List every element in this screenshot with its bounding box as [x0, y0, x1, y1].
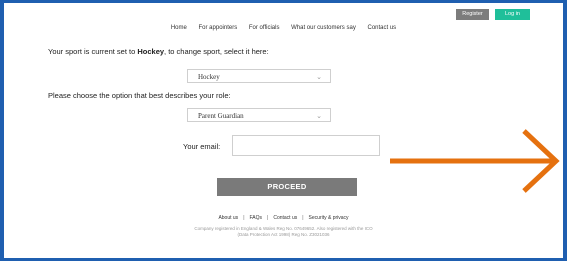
- nav-for-appointers[interactable]: For appointers: [199, 25, 238, 31]
- nav-for-officials[interactable]: For officials: [249, 25, 280, 31]
- top-nav: Home For appointers For officials What o…: [4, 25, 563, 31]
- login-button[interactable]: Log in: [495, 9, 530, 20]
- nav-home[interactable]: Home: [171, 25, 187, 31]
- sport-select[interactable]: Hockey ⌄: [187, 69, 331, 83]
- email-label: Your email:: [183, 142, 221, 151]
- sport-prompt-suffix: , to change sport, select it here:: [164, 47, 269, 56]
- arrow-right-icon: [390, 129, 560, 193]
- sport-prompt-prefix: Your sport is current set to: [48, 47, 138, 56]
- footer-separator: |: [302, 215, 304, 221]
- proceed-button[interactable]: PROCEED: [217, 178, 357, 196]
- email-field[interactable]: [232, 135, 380, 156]
- sport-prompt: Your sport is current set to Hockey, to …: [48, 47, 269, 56]
- register-button[interactable]: Register: [456, 9, 489, 20]
- footer-note-line-2: (Data Protection Act 1998) Reg No. Z3021…: [237, 232, 330, 237]
- footer-separator: |: [267, 215, 269, 221]
- sport-select-value: Hockey: [198, 73, 220, 81]
- current-sport: Hockey: [137, 47, 165, 56]
- nav-contact-us[interactable]: Contact us: [367, 25, 396, 31]
- chevron-down-icon: ⌄: [316, 112, 322, 120]
- footer-faqs[interactable]: FAQs: [250, 215, 263, 221]
- footer-security-privacy[interactable]: Security & privacy: [309, 215, 349, 221]
- footer-about-us[interactable]: About us: [218, 215, 238, 221]
- page-frame: Register Log in Home For appointers For …: [4, 3, 563, 258]
- chevron-down-icon: ⌄: [316, 73, 322, 81]
- role-select-value: Parent Guardian: [198, 112, 244, 120]
- footer-links: About us | FAQs | Contact us | Security & priv…: [4, 215, 563, 221]
- role-prompt: Please choose the option that best descr…: [48, 91, 231, 100]
- role-select[interactable]: Parent Guardian ⌄: [187, 108, 331, 122]
- footer-note: Company registered in England & Wales Re…: [4, 226, 563, 238]
- nav-customers-say[interactable]: What our customers say: [291, 25, 356, 31]
- footer-separator: |: [243, 215, 245, 221]
- footer-contact-us[interactable]: Contact us: [273, 215, 297, 221]
